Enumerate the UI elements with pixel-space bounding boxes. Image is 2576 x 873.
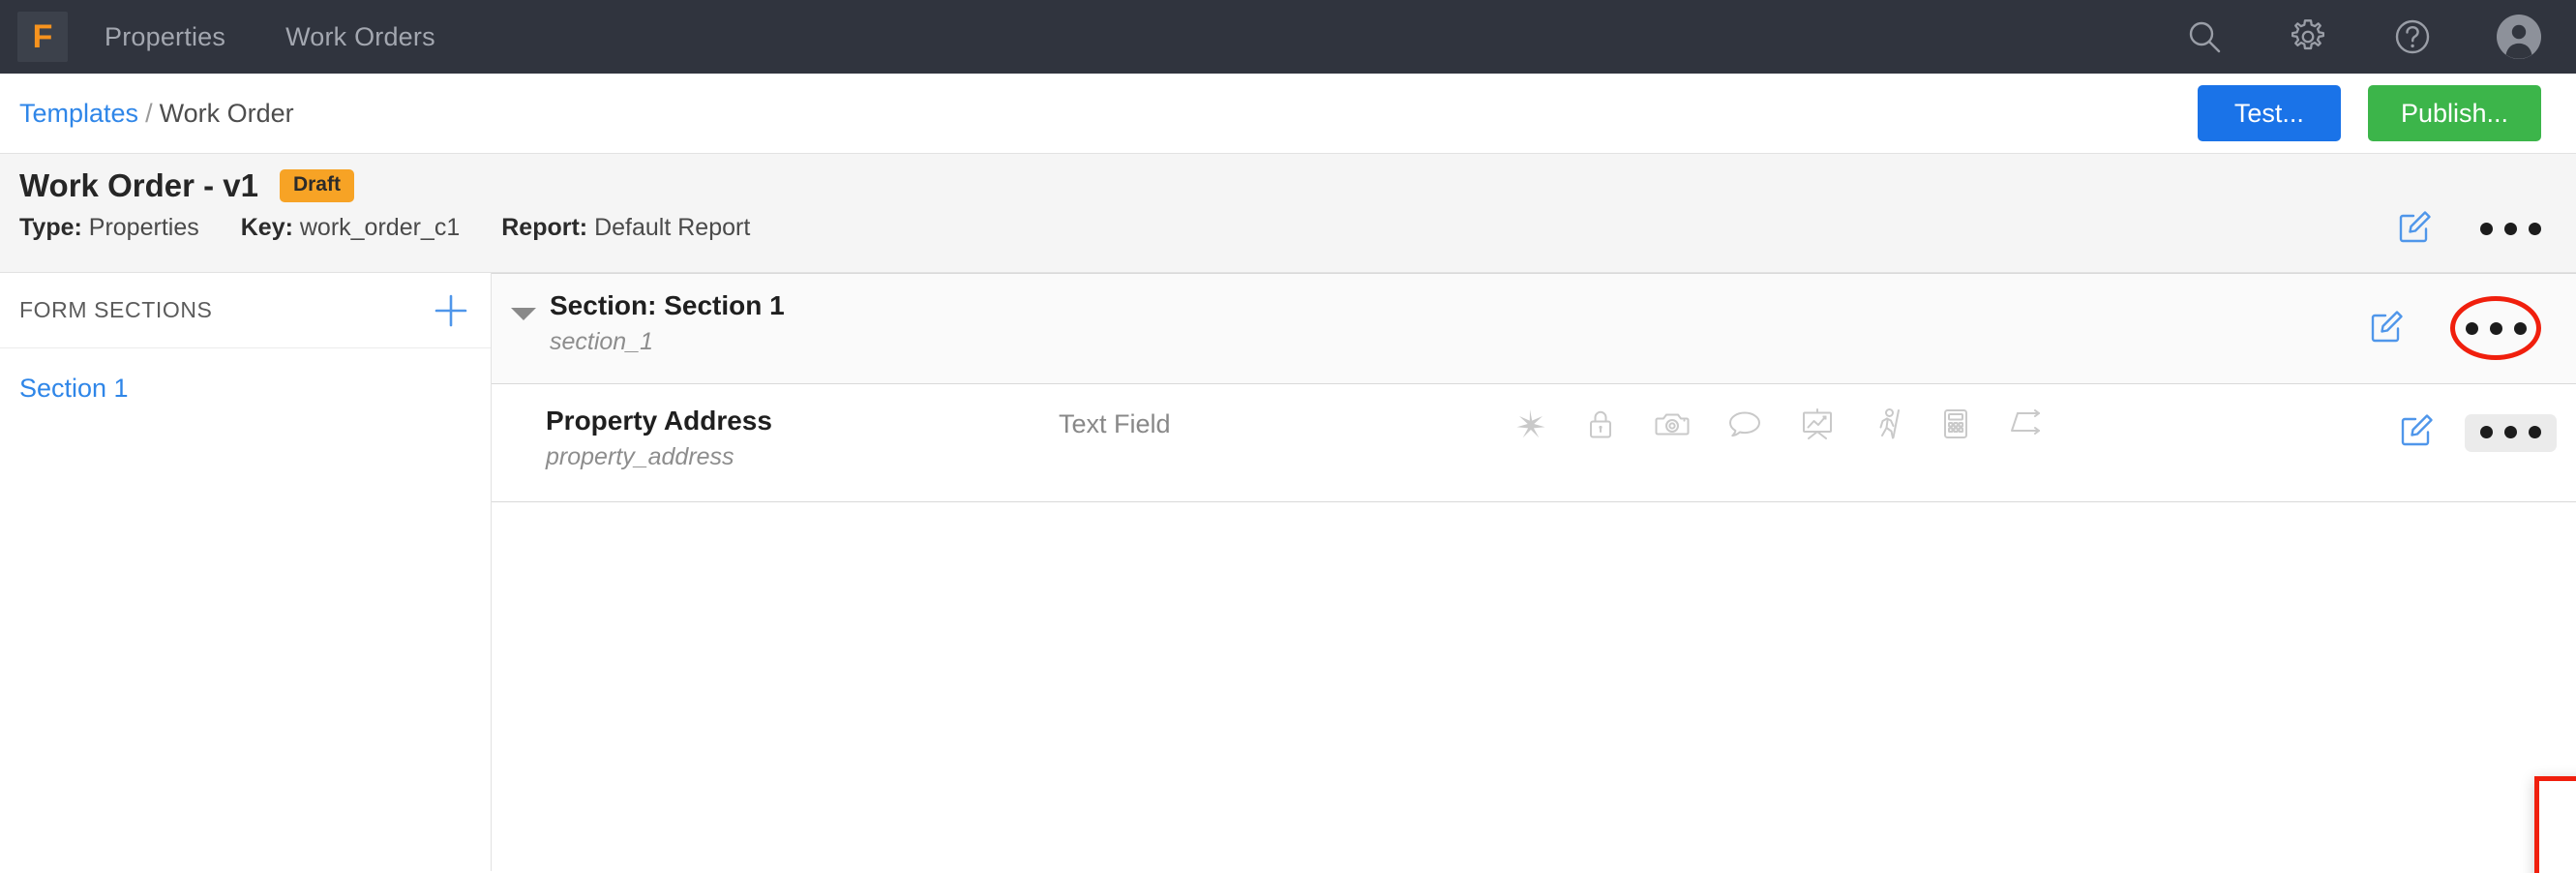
field-key: property_address (546, 443, 734, 470)
nav-link-work-orders[interactable]: Work Orders (285, 22, 435, 52)
breadcrumb-current: Work Order (159, 98, 294, 128)
plus-icon[interactable] (433, 292, 469, 329)
field-row: Property Address property_address Text F… (492, 384, 2576, 502)
meta-key: Key: work_order_c1 (241, 214, 461, 242)
gear-icon[interactable] (2288, 16, 2328, 57)
lock-icon[interactable] (1584, 407, 1617, 440)
breadcrumb-templates-link[interactable]: Templates (19, 99, 138, 128)
field-label: Property Address (546, 406, 772, 436)
search-icon[interactable] (2185, 17, 2224, 56)
field-row-actions (2399, 406, 2557, 453)
camera-icon[interactable] (1655, 407, 1690, 440)
field-more-button[interactable] (2465, 414, 2557, 452)
breadcrumb-separator: / (145, 98, 153, 128)
calculator-icon[interactable] (1941, 407, 1970, 440)
chevron-down-icon[interactable] (511, 308, 536, 320)
star-icon[interactable] (1513, 407, 1546, 440)
flow-arrow-icon[interactable] (2008, 409, 2045, 438)
logo-letter: F (32, 18, 53, 55)
section-row-actions (2369, 290, 2541, 360)
field-context-menu: Insert New field... Copy of this field C… (2534, 776, 2576, 873)
field-labels: Property Address property_address (546, 406, 1059, 471)
template-header: Work Order - v1 Draft Type: Properties K… (0, 153, 2576, 273)
chart-image-icon[interactable] (1800, 407, 1835, 440)
comment-icon[interactable] (1727, 407, 1762, 440)
meta-report: Report: Default Report (501, 214, 750, 242)
meta-report-value: Default Report (594, 214, 751, 241)
template-header-actions (2397, 167, 2541, 272)
top-navigation-bar: F Properties Work Orders (0, 0, 2576, 74)
field-type: Text Field (1059, 409, 1171, 438)
section-labels: Section: Section 1 section_1 (550, 290, 2369, 356)
context-menu-title: Insert (2539, 802, 2576, 860)
menu-item-new-field[interactable]: New field... (2539, 860, 2576, 873)
breadcrumb-bar: Templates / Work Order Test... Publish... (0, 74, 2576, 153)
avatar-icon[interactable] (2497, 15, 2541, 59)
sidebar-header: FORM SECTIONS (0, 273, 491, 348)
form-sections-sidebar: FORM SECTIONS Section 1 (0, 273, 492, 871)
meta-type-key: Type: (19, 214, 82, 241)
section-more-button-highlighted[interactable] (2450, 296, 2541, 360)
meta-report-key: Report: (501, 214, 588, 241)
template-title-row: Work Order - v1 Draft (19, 167, 2397, 204)
breadcrumb: Templates / Work Order (19, 99, 294, 129)
ellipsis-icon[interactable] (2465, 321, 2527, 335)
meta-key-value: work_order_c1 (299, 214, 461, 241)
person-walking-icon[interactable] (1872, 407, 1903, 440)
sidebar-title: FORM SECTIONS (19, 297, 213, 322)
nav-link-properties[interactable]: Properties (105, 22, 225, 52)
meta-type: Type: Properties (19, 214, 199, 242)
section-header-row: Section: Section 1 section_1 (492, 273, 2576, 384)
page-title: Work Order - v1 (19, 167, 258, 203)
field-edit-pencil-icon[interactable] (2399, 411, 2436, 453)
field-flag-icons (1513, 406, 2399, 440)
section-key: section_1 (550, 328, 654, 355)
section-edit-pencil-icon[interactable] (2369, 308, 2406, 349)
test-button[interactable]: Test... (2197, 85, 2341, 141)
edit-pencil-icon[interactable] (2397, 208, 2434, 250)
status-badge: Draft (279, 169, 354, 202)
help-icon[interactable] (2392, 16, 2433, 57)
page-body: FORM SECTIONS Section 1 Section: Section… (0, 273, 2576, 873)
sidebar-item-section-1[interactable]: Section 1 (0, 348, 491, 404)
section-title: Section: Section 1 (550, 290, 785, 320)
template-meta: Type: Properties Key: work_order_c1 Repo… (19, 214, 2397, 242)
template-more-button[interactable] (2480, 222, 2541, 235)
nav-icon-group (2185, 15, 2541, 59)
form-builder-main: Section: Section 1 section_1 Property Ad… (492, 273, 2576, 873)
meta-key-key: Key: (240, 214, 293, 241)
meta-type-value: Properties (88, 214, 199, 241)
template-header-text: Work Order - v1 Draft Type: Properties K… (19, 167, 2397, 272)
publish-button[interactable]: Publish... (2367, 85, 2541, 141)
app-logo[interactable]: F (17, 12, 68, 62)
